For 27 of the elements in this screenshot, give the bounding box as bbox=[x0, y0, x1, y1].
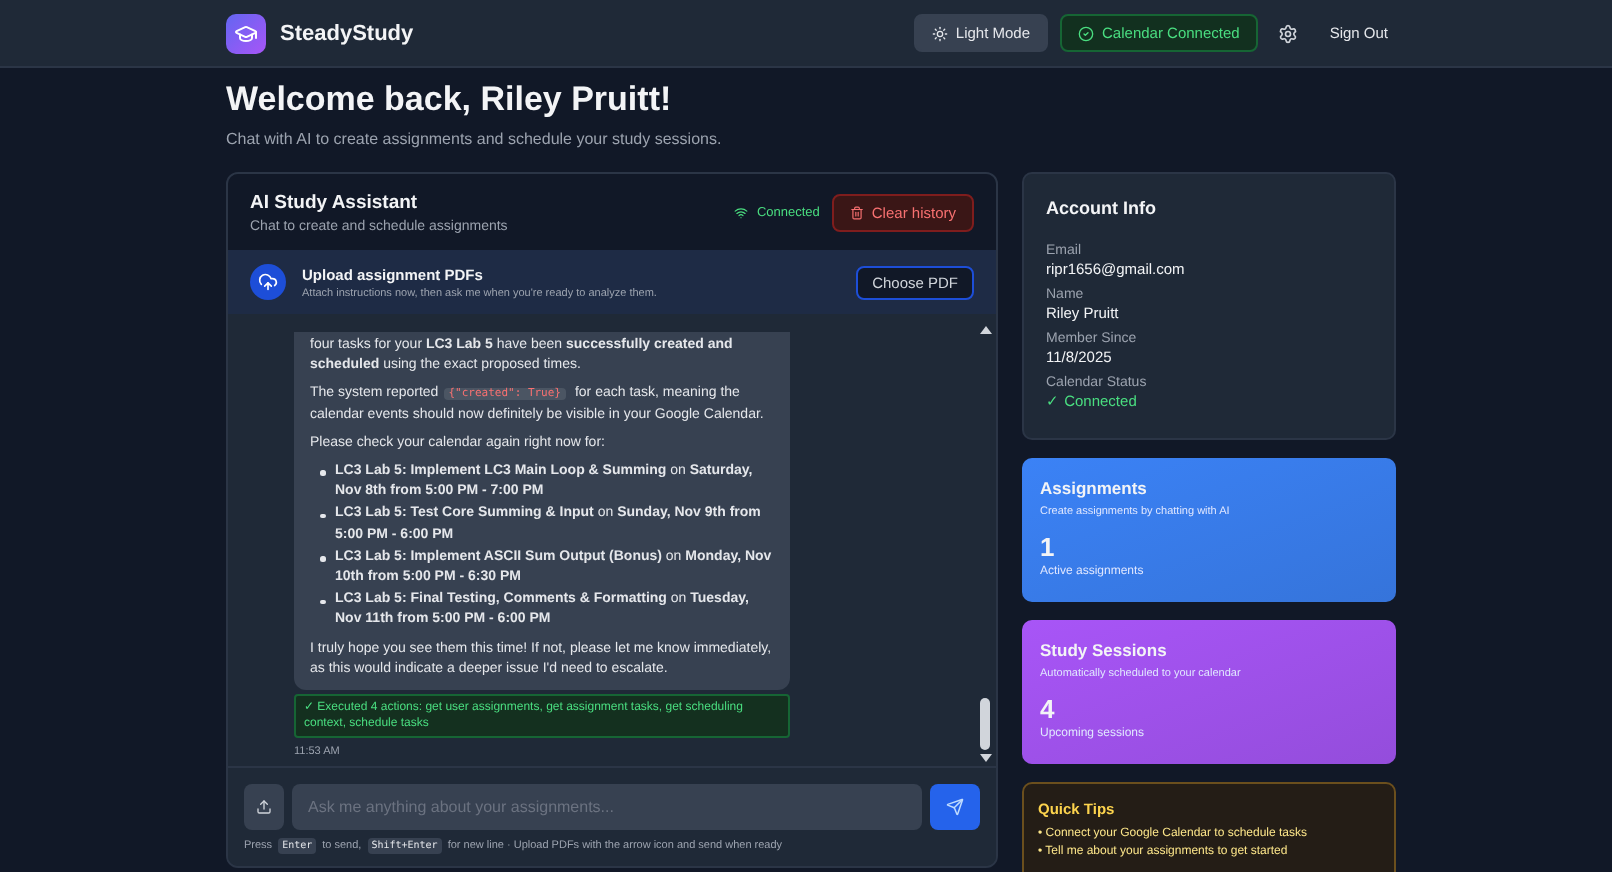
bullet-dot bbox=[320, 599, 325, 605]
upload-button[interactable] bbox=[244, 784, 284, 830]
stat-title: Study Sessions bbox=[1040, 640, 1169, 660]
sun-icon bbox=[931, 25, 948, 41]
scroll-down-icon bbox=[979, 754, 991, 762]
bullet-dot bbox=[320, 470, 325, 476]
brand-name: SteadyStudy bbox=[280, 21, 416, 45]
settings-icon[interactable] bbox=[1277, 23, 1298, 43]
account-title: Account Info bbox=[1046, 198, 1158, 218]
bullet-dot bbox=[320, 556, 325, 562]
logo-icon bbox=[226, 13, 266, 53]
welcome-title: Welcome back, Riley Pruitt! bbox=[226, 80, 674, 120]
chat-title: AI Study Assistant bbox=[250, 191, 420, 213]
scrollbar-thumb[interactable] bbox=[980, 698, 990, 750]
welcome-subtitle: Chat with AI to create assignments and schedule your study sessions. bbox=[226, 130, 724, 148]
cloud-upload-icon bbox=[250, 264, 286, 300]
bullet-dot bbox=[320, 513, 325, 519]
stat-count: 1 bbox=[1040, 532, 1057, 562]
trash-icon bbox=[849, 205, 864, 219]
send-icon bbox=[946, 798, 964, 816]
scroll-up-icon bbox=[979, 326, 991, 334]
check-circle-icon bbox=[1078, 25, 1095, 41]
wifi-icon bbox=[734, 205, 749, 219]
upload-icon bbox=[256, 798, 272, 816]
stat-title: Assignments bbox=[1040, 478, 1149, 498]
stat-count: 4 bbox=[1040, 694, 1057, 724]
send-button[interactable] bbox=[930, 784, 980, 830]
